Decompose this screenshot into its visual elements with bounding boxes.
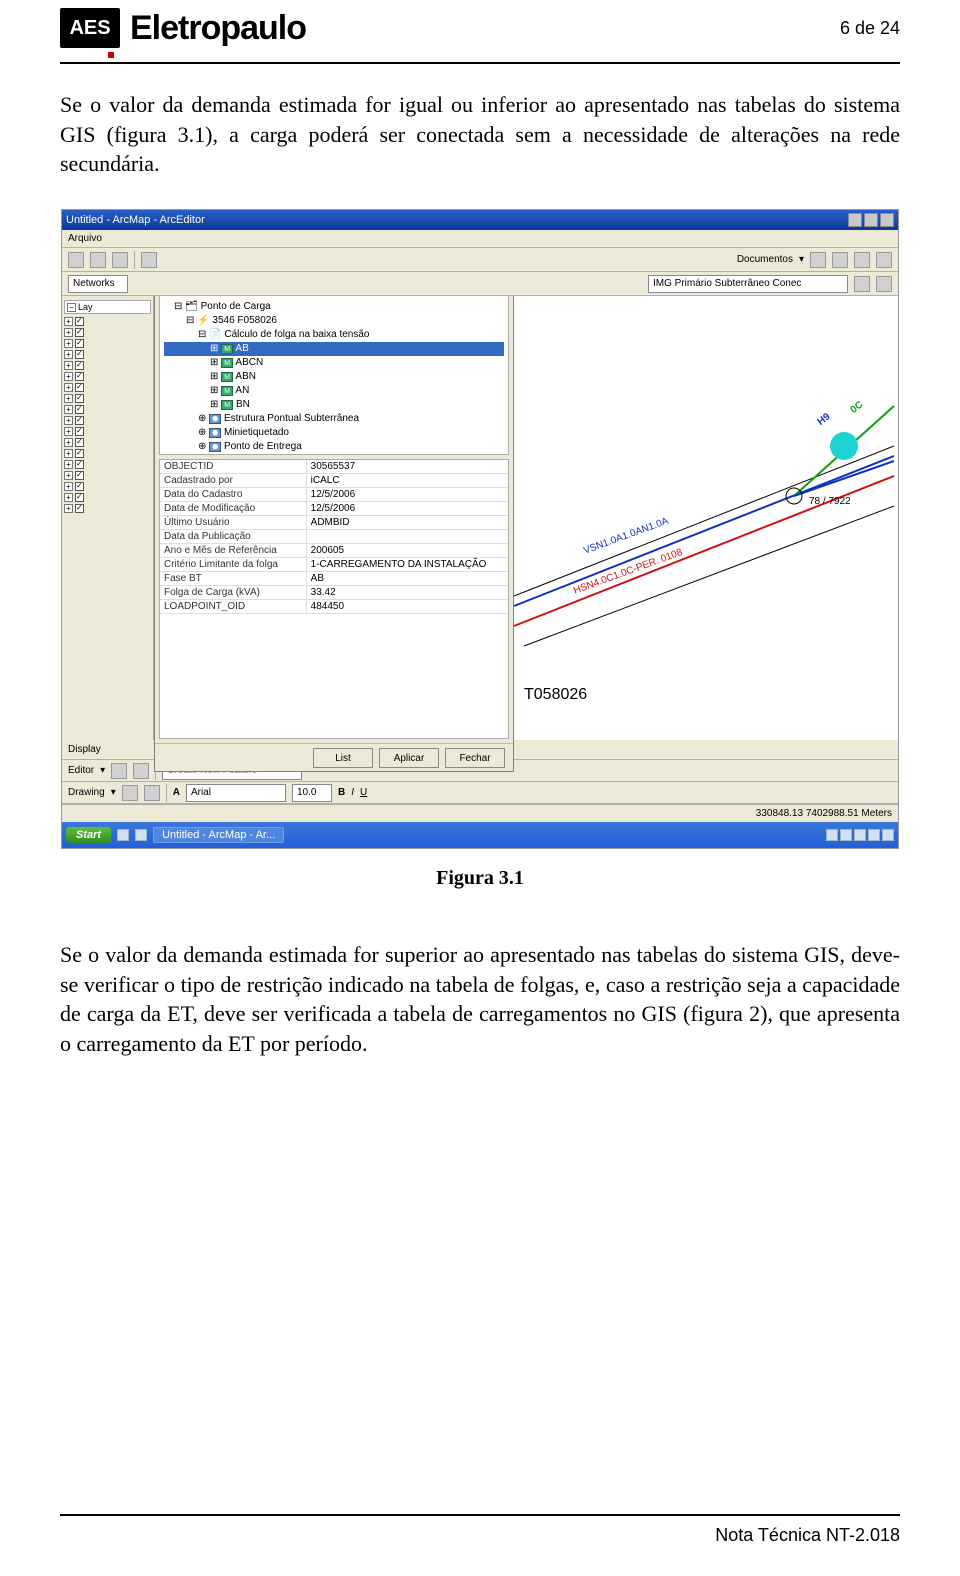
toolbar-standard: Documentos ▾ — [62, 248, 898, 272]
maximize-icon[interactable] — [864, 213, 878, 227]
paragraph-2: Se o valor da demanda estimada for super… — [60, 940, 900, 1059]
print-icon[interactable] — [141, 252, 157, 268]
attr-tree[interactable]: ⊟ 🗂 Ponto de Carga ⊟ ⚡ 3546 F058026 ⊟ 📄 … — [159, 296, 509, 455]
fontsize-dropdown[interactable]: 10.0 — [292, 784, 332, 802]
shape-icon[interactable] — [144, 785, 160, 801]
page-header: AES Eletropaulo 6 de 24 — [60, 0, 900, 56]
tray-icon[interactable] — [882, 829, 894, 841]
binoculars-icon[interactable] — [876, 276, 892, 292]
bold-icon[interactable]: B — [338, 787, 345, 798]
list-button[interactable]: List — [313, 748, 373, 768]
start-button[interactable]: Start — [66, 827, 111, 843]
tray-icon[interactable] — [868, 829, 880, 841]
pointer-icon[interactable] — [122, 785, 138, 801]
logo-text: Eletropaulo — [130, 9, 306, 48]
search-icon[interactable] — [876, 252, 892, 268]
toolbar-secondary: Networks IMG Primário Subterrâneo Conec — [62, 272, 898, 296]
menubar[interactable]: Arquivo — [62, 230, 898, 248]
quicklaunch-icon[interactable] — [117, 829, 129, 841]
close-icon[interactable] — [880, 213, 894, 227]
header-rule — [60, 62, 900, 64]
window-title: Untitled - ArcMap - ArcEditor — [66, 214, 205, 226]
logo-dot-icon — [108, 52, 114, 58]
save-icon[interactable] — [112, 252, 128, 268]
networks-dropdown[interactable]: Networks — [68, 275, 128, 293]
tray-icon[interactable] — [854, 829, 866, 841]
map-canvas[interactable]: Editor de Atributos ArcFM Seleção Inseri… — [154, 296, 898, 786]
drawing-label[interactable]: Drawing — [68, 787, 105, 798]
menu-arquivo[interactable]: Arquivo — [68, 233, 102, 244]
window-titlebar: Untitled - ArcMap - ArcEditor — [62, 210, 898, 230]
tray-icon[interactable] — [840, 829, 852, 841]
footer-text: Nota Técnica NT-2.018 — [715, 1525, 900, 1546]
img-dropdown[interactable]: IMG Primário Subterrâneo Conec — [648, 275, 848, 293]
page-count: 6 de 24 — [840, 18, 900, 39]
editor-label[interactable]: Editor — [68, 765, 94, 776]
logo-mark-text: AES — [69, 17, 110, 40]
taskbar: Start Untitled - ArcMap - Ar... — [62, 822, 898, 848]
apply-button[interactable]: Aplicar — [379, 748, 439, 768]
map-trafo-label: T058026 — [524, 686, 587, 704]
logo-block: AES Eletropaulo — [60, 8, 306, 48]
map-label-node: 78 / 7922 — [809, 496, 851, 507]
tray-icon[interactable] — [826, 829, 838, 841]
toolbar-separator — [134, 251, 135, 269]
gis-screenshot: Untitled - ArcMap - ArcEditor Arquivo Do… — [61, 209, 899, 849]
quicklaunch-icon[interactable] — [135, 829, 147, 841]
attr-panel-buttons: List Aplicar Fechar — [155, 743, 513, 771]
font-dropdown[interactable]: Arial — [186, 784, 286, 802]
minimize-icon[interactable] — [848, 213, 862, 227]
tool-icon[interactable] — [854, 252, 870, 268]
italic-icon[interactable]: I — [351, 787, 354, 798]
attr-grid[interactable]: OBJECTID30565537 Cadastrado poriCALC Dat… — [159, 459, 509, 739]
statusbar: 330848.13 7402988.51 Meters — [62, 804, 898, 822]
display-label: Display — [68, 744, 101, 755]
tool-icon[interactable] — [810, 252, 826, 268]
layers-header: − Lay — [64, 300, 151, 314]
layers-pane[interactable]: − Lay + + + + + + + + + + + + + + + + + … — [62, 296, 154, 786]
drawing-bar: Drawing▾ A Arial 10.0 B I U — [62, 782, 898, 804]
layers-label: Lay — [78, 302, 93, 312]
window-controls — [848, 213, 894, 227]
logo-mark: AES — [60, 8, 120, 48]
collapse-icon[interactable]: − — [67, 303, 76, 312]
paragraph-1: Se o valor da demanda estimada for igual… — [60, 90, 900, 179]
footer-rule — [60, 1514, 900, 1516]
system-tray — [826, 829, 894, 841]
new-icon[interactable] — [68, 252, 84, 268]
main-area: − Lay + + + + + + + + + + + + + + + + + … — [62, 296, 898, 786]
edit-pencil-icon[interactable] — [133, 763, 149, 779]
documentos-label[interactable]: Documentos — [737, 254, 793, 265]
underline-icon[interactable]: U — [360, 787, 367, 798]
clear-icon[interactable] — [854, 276, 870, 292]
task-arcmap[interactable]: Untitled - ArcMap - Ar... — [153, 827, 284, 843]
open-icon[interactable] — [90, 252, 106, 268]
status-coords: 330848.13 7402988.51 Meters — [756, 808, 892, 819]
close-button[interactable]: Fechar — [445, 748, 505, 768]
edit-arrow-icon[interactable] — [111, 763, 127, 779]
tool-icon[interactable] — [832, 252, 848, 268]
attribute-editor-panel: Editor de Atributos ArcFM Seleção Inseri… — [154, 296, 514, 772]
figure-caption: Figura 3.1 — [60, 867, 900, 890]
